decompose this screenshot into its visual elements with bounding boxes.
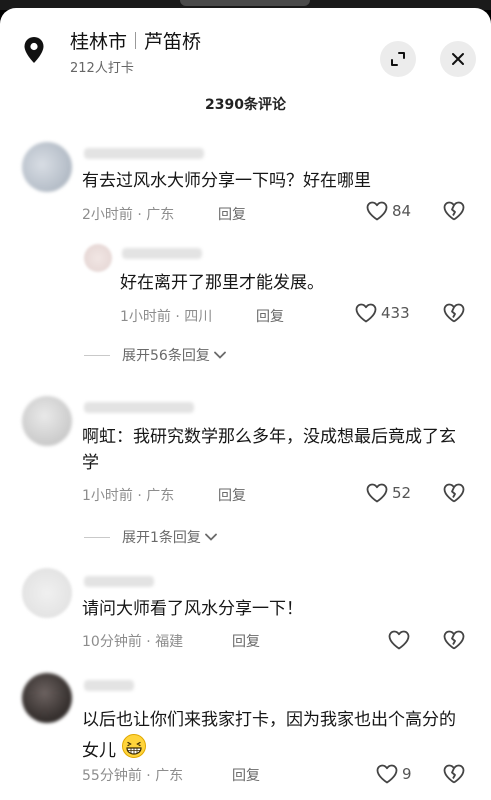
comment-count: 2390条评论 (205, 97, 286, 113)
heart-icon (366, 201, 388, 221)
grin-emoji-icon (122, 734, 147, 758)
expand-replies-button[interactable]: 展开56条回复 (84, 345, 226, 365)
broken-heart-icon[interactable] (443, 201, 465, 221)
username-blurred (84, 402, 194, 413)
comments-sheet: 桂林市 芦笛桥 212人打卡 2390条评论 有去过风水大师分享一下吗？好在哪里… (0, 8, 491, 800)
checkin-count: 212人打卡 (70, 61, 134, 76)
location-title[interactable]: 桂林市 芦笛桥 (70, 27, 201, 54)
expand-label: 展开56条回复 (122, 348, 210, 364)
reply-button[interactable]: 回复 (218, 485, 246, 505)
like-count: 84 (392, 202, 412, 220)
reply-text: 好在离开了那里才能发展。 (120, 273, 324, 293)
avatar[interactable] (22, 396, 72, 446)
divider-line (84, 536, 110, 538)
expand-replies-button[interactable]: 展开1条回复 (84, 527, 217, 547)
broken-heart-icon[interactable] (443, 303, 465, 323)
avatar[interactable] (22, 568, 72, 618)
username-blurred (122, 248, 202, 259)
like-button[interactable]: 52 (366, 483, 411, 503)
like-button[interactable]: 433 (355, 303, 410, 323)
reply-button[interactable]: 回复 (218, 204, 246, 224)
expand-icon (391, 52, 405, 66)
like-count: 52 (392, 484, 412, 502)
like-count: 9 (402, 765, 412, 783)
broken-heart-icon[interactable] (443, 483, 465, 503)
comment-meta: 1小时前 · 广东 (82, 488, 175, 504)
comment-meta: 10分钟前 · 福建 (82, 634, 184, 650)
city-name: 桂林市 (70, 31, 128, 53)
spot-name: 芦笛桥 (144, 31, 202, 53)
reply-button[interactable]: 回复 (232, 765, 260, 785)
comment-meta: 55分钟前 · 广东 (82, 768, 184, 784)
comment-text: 有去过风水大师分享一下吗？好在哪里 (82, 171, 371, 191)
comment-text: 啊虹：我研究数学那么多年，没成想最后竟成了玄学 (82, 427, 456, 473)
comment-meta: 2小时前 · 广东 (82, 207, 175, 223)
reply-meta: 1小时前 · 四川 (120, 309, 213, 325)
expand-button[interactable] (380, 41, 416, 77)
username-blurred (84, 148, 204, 159)
like-button[interactable] (388, 630, 414, 650)
username-blurred (84, 680, 134, 691)
location-pin-icon (24, 37, 44, 63)
avatar[interactable] (22, 673, 72, 723)
comment-text: 请问大师看了风水分享一下！ (82, 599, 303, 619)
username-blurred (84, 576, 154, 587)
heart-icon (355, 303, 377, 323)
heart-icon (366, 483, 388, 503)
close-icon (452, 53, 464, 65)
heart-icon (388, 630, 410, 650)
comment-text: 以后也让你们来我家打卡，因为我家也出个高分的女儿 (82, 710, 456, 761)
avatar[interactable] (22, 142, 72, 192)
divider-line (84, 354, 110, 356)
like-count: 433 (381, 304, 410, 322)
sheet-header: 桂林市 芦笛桥 212人打卡 (0, 8, 491, 88)
like-button[interactable]: 9 (376, 764, 412, 784)
chevron-down-icon (213, 351, 226, 359)
title-divider (135, 32, 137, 49)
expand-label: 展开1条回复 (122, 530, 201, 546)
reply-button[interactable]: 回复 (232, 631, 260, 651)
heart-icon (376, 764, 398, 784)
broken-heart-icon[interactable] (443, 630, 465, 650)
like-button[interactable]: 84 (366, 201, 411, 221)
broken-heart-icon[interactable] (443, 764, 465, 784)
avatar[interactable] (84, 244, 112, 272)
chevron-down-icon (205, 533, 217, 541)
close-button[interactable] (440, 41, 476, 77)
reply-button[interactable]: 回复 (256, 306, 284, 326)
